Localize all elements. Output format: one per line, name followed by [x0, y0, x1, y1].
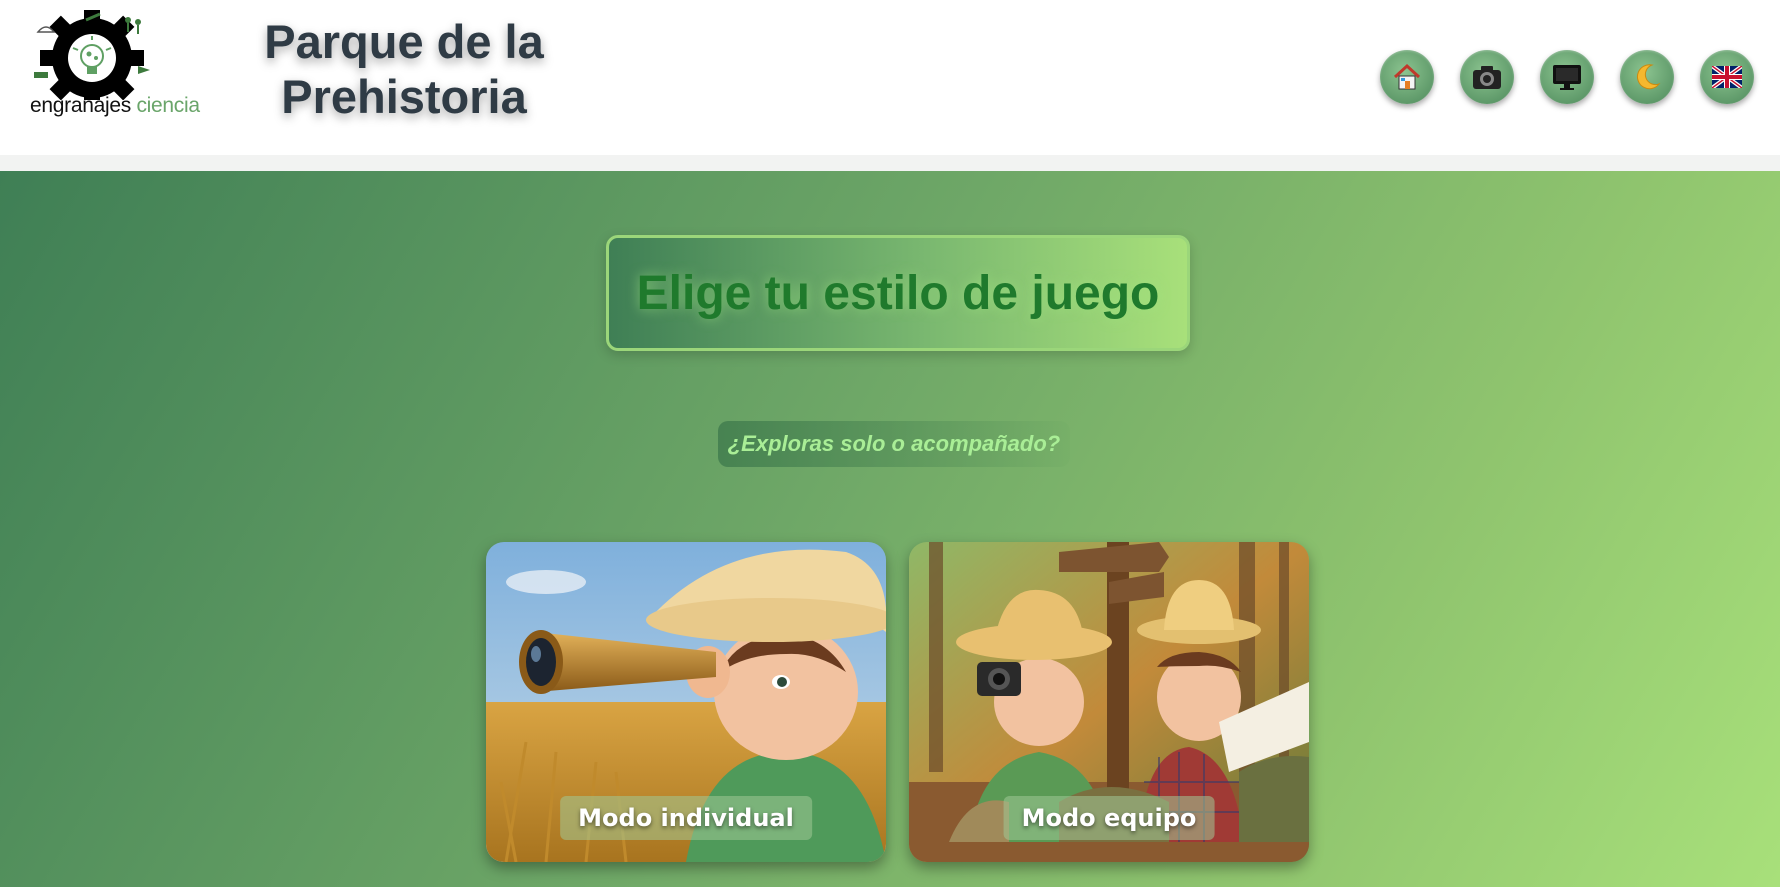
uk-flag-icon: [1712, 66, 1742, 88]
logo-word-ciencia: ciencia: [136, 94, 200, 117]
house-icon: [1393, 63, 1421, 90]
header-nav: [1380, 50, 1754, 104]
team-mode-label: Modo equipo: [1003, 796, 1215, 840]
logo-text: engranajes ciencia: [30, 94, 200, 118]
individual-mode-card[interactable]: Modo individual: [486, 542, 886, 862]
gear-logo-icon: [34, 6, 150, 110]
team-mode-card[interactable]: Modo equipo: [909, 542, 1309, 862]
monitor-icon: [1553, 65, 1581, 90]
subtitle-badge: ¿Exploras solo o acompañado?: [718, 421, 1070, 467]
dark-mode-button[interactable]: [1620, 50, 1674, 104]
site-header: engranajes ciencia Parque de la Prehisto…: [0, 0, 1780, 155]
home-button[interactable]: [1380, 50, 1434, 104]
gallery-button[interactable]: [1460, 50, 1514, 104]
site-title: Parque de la Prehistoria: [264, 15, 544, 123]
page-heading: Elige tu estilo de juego: [636, 266, 1160, 320]
logo-word-engranajes: engranajes: [30, 94, 131, 117]
screen-button[interactable]: [1540, 50, 1594, 104]
moon-icon: [1637, 64, 1661, 90]
engranajes-ciencia-logo[interactable]: engranajes ciencia: [28, 6, 200, 122]
language-button[interactable]: [1700, 50, 1754, 104]
heading-box: Elige tu estilo de juego: [606, 235, 1190, 351]
subtitle-text: ¿Exploras solo o acompañado?: [727, 431, 1061, 456]
main-content: Elige tu estilo de juego ¿Exploras solo …: [0, 171, 1780, 887]
individual-mode-label: Modo individual: [560, 796, 812, 840]
camera-icon: [1473, 66, 1501, 89]
header-divider: [0, 155, 1780, 171]
